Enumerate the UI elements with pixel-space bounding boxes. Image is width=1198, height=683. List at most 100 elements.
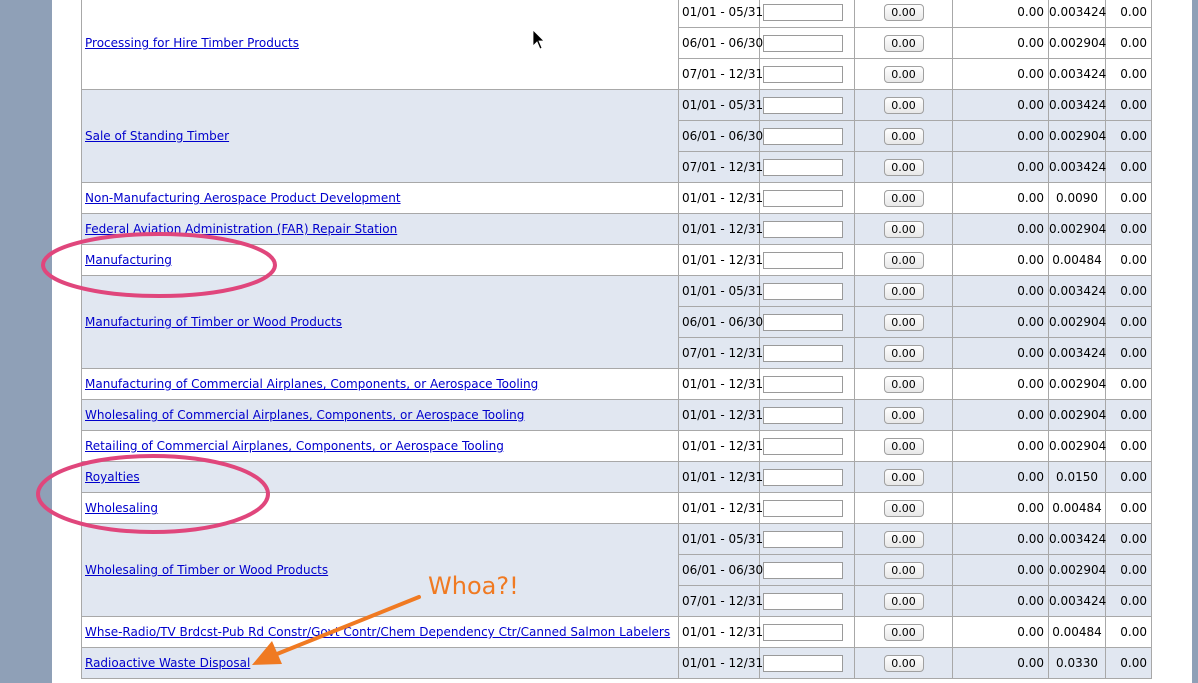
gross-amount-input[interactable] xyxy=(763,561,843,579)
deduction-button[interactable]: 0.00 xyxy=(883,344,924,362)
deduction-button[interactable]: 0.00 xyxy=(883,530,924,548)
gross-amount-input[interactable] xyxy=(763,499,843,517)
classification-link[interactable]: Manufacturing of Timber or Wood Products xyxy=(85,315,342,329)
tax-rate-cell: 0.0150 xyxy=(1048,461,1106,493)
deduction-button-cell: 0.00 xyxy=(854,647,953,679)
classification-link[interactable]: Sale of Standing Timber xyxy=(85,129,229,143)
deduction-button[interactable]: 0.00 xyxy=(883,313,924,331)
tax-rate-cell: 0.003424 xyxy=(1048,0,1106,28)
deduction-button[interactable]: 0.00 xyxy=(883,189,924,207)
tax-due-cell: 0.00 xyxy=(1105,337,1152,369)
classification-cell: Wholesaling of Timber or Wood Products xyxy=(81,523,679,617)
deduction-button[interactable]: 0.00 xyxy=(883,468,924,486)
deduction-button[interactable]: 0.00 xyxy=(883,65,924,83)
deduction-button-cell: 0.00 xyxy=(854,213,953,245)
gross-amount-input[interactable] xyxy=(763,34,843,52)
gross-amount-input[interactable] xyxy=(763,344,843,362)
deduction-button-cell: 0.00 xyxy=(854,616,953,648)
deduction-button[interactable]: 0.00 xyxy=(883,406,924,424)
classification-link[interactable]: Processing for Hire Timber Products xyxy=(85,36,299,50)
deduction-button[interactable]: 0.00 xyxy=(883,623,924,641)
tax-due-cell: 0.00 xyxy=(1105,585,1152,617)
gross-amount-input[interactable] xyxy=(763,530,843,548)
classification-link[interactable]: Federal Aviation Administration (FAR) Re… xyxy=(85,222,397,236)
tax-due-cell: 0.00 xyxy=(1105,182,1152,214)
tax-rate-cell: 0.003424 xyxy=(1048,585,1106,617)
deduction-button-cell: 0.00 xyxy=(854,275,953,307)
classification-link[interactable]: Manufacturing xyxy=(85,253,172,267)
tax-rate-cell: 0.002904 xyxy=(1048,430,1106,462)
gross-amount-input[interactable] xyxy=(763,189,843,207)
gross-amount-input[interactable] xyxy=(763,127,843,145)
date-range-cell: 01/01 - 05/31 xyxy=(678,275,763,307)
classification-cell: Manufacturing xyxy=(81,244,679,276)
classification-link[interactable]: Radioactive Waste Disposal xyxy=(85,656,250,670)
date-range-cell: 01/01 - 12/31 xyxy=(678,213,763,245)
tax-due-cell: 0.00 xyxy=(1105,616,1152,648)
table-row: Manufacturing of Timber or Wood Products… xyxy=(81,275,1152,369)
classification-link[interactable]: Non-Manufacturing Aerospace Product Deve… xyxy=(85,191,401,205)
deduction-button[interactable]: 0.00 xyxy=(883,251,924,269)
gross-amount-input[interactable] xyxy=(763,437,843,455)
deduction-button[interactable]: 0.00 xyxy=(883,96,924,114)
deduction-button-cell: 0.00 xyxy=(854,151,953,183)
gross-amount-input[interactable] xyxy=(763,3,843,21)
tax-rate-cell: 0.003424 xyxy=(1048,275,1106,307)
date-range-cell: 06/01 - 06/30 xyxy=(678,554,763,586)
gross-amount-input[interactable] xyxy=(763,220,843,238)
classification-link[interactable]: Wholesaling of Commercial Airplanes, Com… xyxy=(85,408,524,422)
tax-rate-cell: 0.002904 xyxy=(1048,554,1106,586)
amount-input-cell xyxy=(759,492,855,524)
gross-amount-input[interactable] xyxy=(763,406,843,424)
table-row: Sale of Standing Timber 01/01 - 05/31 0.00… xyxy=(81,89,1152,183)
gross-amount-input[interactable] xyxy=(763,65,843,83)
tax-due-cell: 0.00 xyxy=(1105,306,1152,338)
date-range-cell: 07/01 - 12/31 xyxy=(678,585,763,617)
tax-due-cell: 0.00 xyxy=(1105,89,1152,121)
deduction-button[interactable]: 0.00 xyxy=(883,127,924,145)
gross-amount-input[interactable] xyxy=(763,96,843,114)
deduction-button[interactable]: 0.00 xyxy=(883,158,924,176)
gross-amount-input[interactable] xyxy=(763,654,843,672)
deduction-button[interactable]: 0.00 xyxy=(883,592,924,610)
classification-link[interactable]: Wholesaling of Timber or Wood Products xyxy=(85,563,328,577)
deduction-button[interactable]: 0.00 xyxy=(883,499,924,517)
gross-amount-input[interactable] xyxy=(763,623,843,641)
date-range-cell: 06/01 - 06/30 xyxy=(678,120,763,152)
gross-amount-input[interactable] xyxy=(763,592,843,610)
deduction-button[interactable]: 0.00 xyxy=(883,654,924,672)
deduction-button[interactable]: 0.00 xyxy=(883,282,924,300)
gross-amount-input[interactable] xyxy=(763,468,843,486)
classification-link[interactable]: Whse-Radio/TV Brdcst-Pub Rd Constr/Govt … xyxy=(85,625,670,639)
tax-due-cell: 0.00 xyxy=(1105,554,1152,586)
gross-amount-input[interactable] xyxy=(763,251,843,269)
classification-link[interactable]: Royalties xyxy=(85,470,140,484)
gross-amount-input[interactable] xyxy=(763,282,843,300)
gross-amount-input[interactable] xyxy=(763,375,843,393)
date-range-cell: 06/01 - 06/30 xyxy=(678,27,763,59)
amount-input-cell xyxy=(759,151,855,183)
tax-due-cell: 0.00 xyxy=(1105,120,1152,152)
deduction-button[interactable]: 0.00 xyxy=(883,3,924,21)
deduction-button[interactable]: 0.00 xyxy=(883,34,924,52)
taxable-amount-cell: 0.00 xyxy=(952,337,1049,369)
taxable-amount-cell: 0.00 xyxy=(952,244,1049,276)
gross-amount-input[interactable] xyxy=(763,313,843,331)
taxable-amount-cell: 0.00 xyxy=(952,275,1049,307)
table-row: Radioactive Waste Disposal 01/01 - 12/31 0… xyxy=(81,647,1152,679)
deduction-button[interactable]: 0.00 xyxy=(883,437,924,455)
classification-link[interactable]: Manufacturing of Commercial Airplanes, C… xyxy=(85,377,538,391)
tax-due-cell: 0.00 xyxy=(1105,58,1152,90)
deduction-button-cell: 0.00 xyxy=(854,120,953,152)
tax-due-cell: 0.00 xyxy=(1105,27,1152,59)
tax-rate-cell: 0.002904 xyxy=(1048,27,1106,59)
deduction-button[interactable]: 0.00 xyxy=(883,220,924,238)
deduction-button-cell: 0.00 xyxy=(854,58,953,90)
gross-amount-input[interactable] xyxy=(763,158,843,176)
deduction-button-cell: 0.00 xyxy=(854,554,953,586)
classification-link[interactable]: Retailing of Commercial Airplanes, Compo… xyxy=(85,439,504,453)
classification-link[interactable]: Wholesaling xyxy=(85,501,158,515)
tax-due-cell: 0.00 xyxy=(1105,399,1152,431)
deduction-button[interactable]: 0.00 xyxy=(883,561,924,579)
deduction-button[interactable]: 0.00 xyxy=(883,375,924,393)
